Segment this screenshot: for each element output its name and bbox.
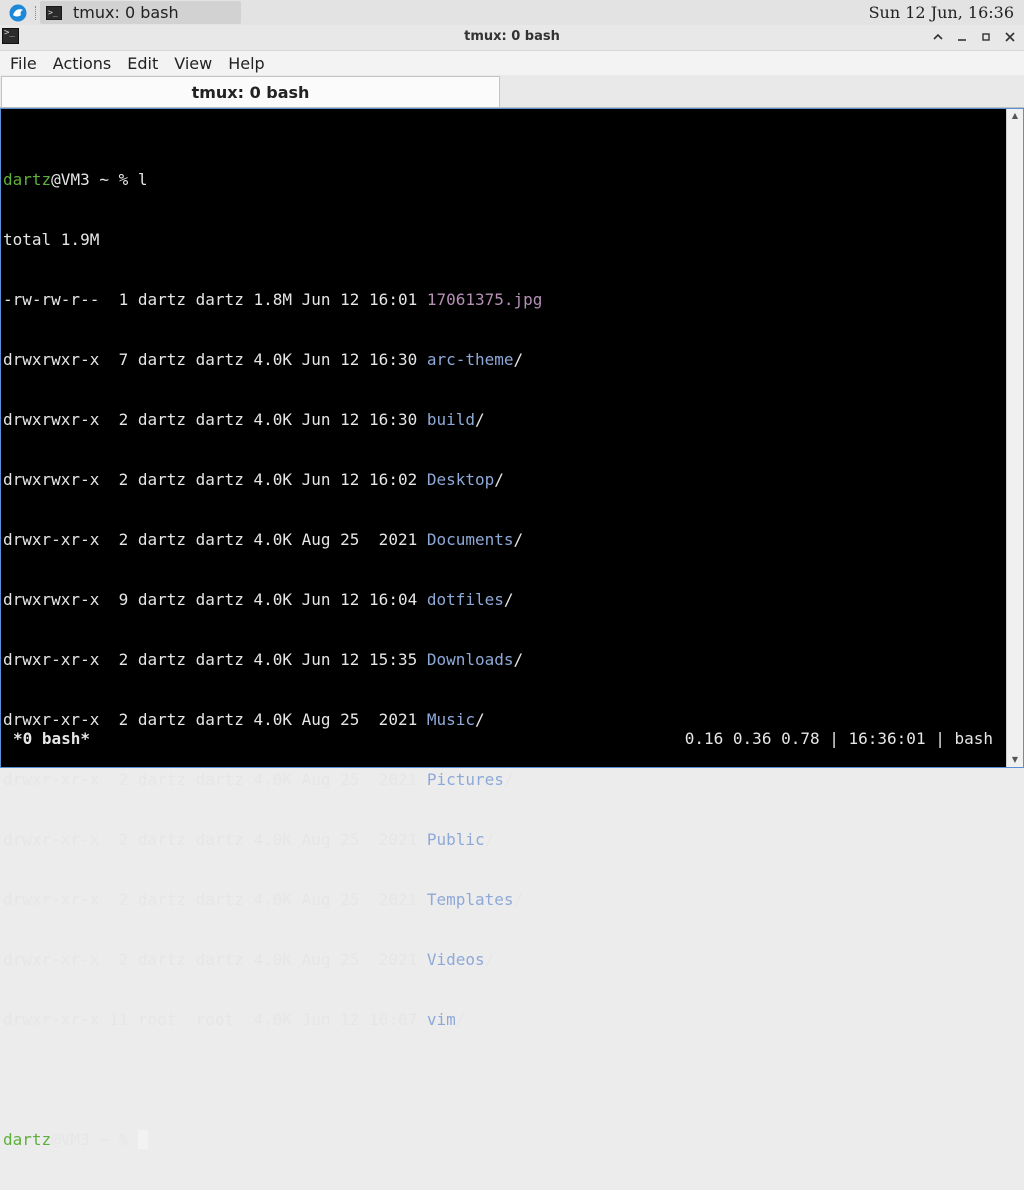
scroll-down-icon[interactable]: ▼ — [1007, 753, 1023, 767]
directory-name: Music — [426, 710, 476, 729]
minimize-icon — [958, 39, 966, 41]
tab-label: tmux: 0 bash — [191, 82, 310, 102]
listing-row: drwxrwxr-x 7 dartz dartz 4.0K Jun 12 16:… — [3, 350, 542, 370]
directory-name: vim — [426, 1010, 456, 1029]
clock[interactable]: Sun 12 Jun, 16:36 — [869, 3, 1014, 22]
file-name: 17061375.jpg — [426, 290, 543, 309]
listing-row: drwxrwxr-x 9 dartz dartz 4.0K Jun 12 16:… — [3, 590, 542, 610]
minimize-button[interactable] — [952, 28, 972, 46]
prompt-host: @VM3 ~ % — [51, 170, 138, 189]
entry-suffix: / — [513, 530, 524, 549]
listing-row: drwxr-xr-x 2 dartz dartz 4.0K Aug 25 202… — [3, 770, 542, 790]
entry-meta: drwxr-xr-x 11 root root 4.0K Jun 12 16:0… — [3, 1010, 427, 1029]
maximize-button[interactable] — [976, 28, 996, 46]
text-cursor — [137, 1130, 148, 1149]
directory-name: Downloads — [426, 650, 514, 669]
entry-meta: drwxr-xr-x 2 dartz dartz 4.0K Aug 25 202… — [3, 770, 427, 789]
listing-row: drwxrwxr-x 2 dartz dartz 4.0K Jun 12 16:… — [3, 410, 542, 430]
total-line: total 1.9M — [3, 230, 100, 249]
listing-row: drwxr-xr-x 2 dartz dartz 4.0K Aug 25 202… — [3, 710, 542, 730]
close-button[interactable] — [1000, 28, 1020, 46]
terminal-output: dartz@VM3 ~ % l total 1.9M -rw-rw-r-- 1 … — [3, 130, 542, 1190]
entry-suffix: / — [484, 830, 495, 849]
entry-meta: drwxrwxr-x 2 dartz dartz 4.0K Jun 12 16:… — [3, 410, 427, 429]
entry-meta: drwxr-xr-x 2 dartz dartz 4.0K Aug 25 202… — [3, 530, 427, 549]
listing-row: drwxrwxr-x 2 dartz dartz 4.0K Jun 12 16:… — [3, 470, 542, 490]
listing-row: -rw-rw-r-- 1 dartz dartz 1.8M Jun 12 16:… — [3, 290, 542, 310]
directory-name: arc-theme — [426, 350, 514, 369]
top-panel: >_ tmux: 0 bash Sun 12 Jun, 16:36 — [0, 0, 1024, 26]
prompt-user: dartz — [3, 1130, 52, 1149]
entry-meta: drwxr-xr-x 2 dartz dartz 4.0K Jun 12 15:… — [3, 650, 427, 669]
prompt-line: dartz@VM3 ~ % — [3, 1130, 542, 1150]
entry-meta: drwxrwxr-x 9 dartz dartz 4.0K Jun 12 16:… — [3, 590, 427, 609]
prompt-line: dartz@VM3 ~ % l — [3, 170, 542, 190]
entry-meta: drwxrwxr-x 7 dartz dartz 4.0K Jun 12 16:… — [3, 350, 427, 369]
directory-name: dotfiles — [426, 590, 504, 609]
entry-suffix: / — [475, 410, 485, 429]
app-menu-button[interactable] — [8, 3, 28, 23]
directory-name: build — [426, 410, 476, 429]
panel-separator — [35, 6, 38, 20]
menu-actions[interactable]: Actions — [47, 54, 117, 73]
listing-row: drwxr-xr-x 2 dartz dartz 4.0K Aug 25 202… — [3, 830, 542, 850]
directory-name: Videos — [426, 950, 485, 969]
shade-window-button[interactable] — [928, 28, 948, 46]
tmux-status-bar: *0 bash* 0.16 0.36 0.78 | 16:36:01 | bas… — [13, 729, 993, 748]
entry-suffix: / — [455, 1010, 466, 1029]
entry-meta: drwxr-xr-x 2 dartz dartz 4.0K Aug 25 202… — [3, 950, 427, 969]
maximize-icon — [982, 33, 990, 41]
bird-logo-icon — [9, 4, 27, 22]
entry-meta: drwxrwxr-x 2 dartz dartz 4.0K Jun 12 16:… — [3, 470, 427, 489]
chevron-up-icon — [933, 33, 943, 40]
menu-edit[interactable]: Edit — [121, 54, 164, 73]
entry-suffix: / — [503, 770, 514, 789]
terminal-area[interactable]: dartz@VM3 ~ % l total 1.9M -rw-rw-r-- 1 … — [0, 108, 1024, 1149]
directory-name: Templates — [426, 890, 514, 909]
entry-suffix: / — [513, 650, 524, 669]
entry-meta: drwxr-xr-x 2 dartz dartz 4.0K Aug 25 202… — [3, 830, 427, 849]
directory-name: Desktop — [426, 470, 495, 489]
menu-view[interactable]: View — [168, 54, 218, 73]
listing-row: drwxr-xr-x 2 dartz dartz 4.0K Jun 12 15:… — [3, 650, 542, 670]
taskbar-button-terminal[interactable]: >_ tmux: 0 bash — [40, 1, 241, 24]
tab-tmux-bash[interactable]: tmux: 0 bash — [1, 76, 500, 107]
prompt-host: @VM3 ~ % — [51, 1130, 138, 1149]
directory-name: Documents — [426, 530, 514, 549]
directory-name: Pictures — [426, 770, 504, 789]
menu-help[interactable]: Help — [222, 54, 270, 73]
listing-row: drwxr-xr-x 2 dartz dartz 4.0K Aug 25 202… — [3, 890, 542, 910]
taskbar-button-label: tmux: 0 bash — [73, 3, 179, 22]
prompt-user: dartz — [3, 170, 52, 189]
menu-bar: File Actions Edit View Help — [0, 51, 1024, 75]
entry-suffix: / — [513, 890, 524, 909]
tmux-window-label[interactable]: *0 bash* — [13, 729, 90, 748]
tmux-status-info: 0.16 0.36 0.78 | 16:36:01 | bash — [684, 729, 993, 748]
command-text: l — [137, 170, 148, 189]
scrollbar[interactable]: ▲ ▼ — [1006, 109, 1023, 767]
window-title: tmux: 0 bash — [464, 29, 560, 44]
entry-suffix: / — [503, 590, 514, 609]
entry-suffix: / — [475, 710, 485, 729]
entry-suffix: / — [484, 950, 495, 969]
menu-file[interactable]: File — [4, 54, 43, 73]
entry-suffix: / — [494, 470, 504, 489]
directory-name: Public — [426, 830, 485, 849]
listing-row: drwxr-xr-x 2 dartz dartz 4.0K Aug 25 202… — [3, 950, 542, 970]
listing-row: drwxr-xr-x 2 dartz dartz 4.0K Aug 25 202… — [3, 530, 542, 550]
scroll-up-icon[interactable]: ▲ — [1007, 109, 1023, 123]
entry-meta: drwxr-xr-x 2 dartz dartz 4.0K Aug 25 202… — [3, 890, 427, 909]
entry-meta: -rw-rw-r-- 1 dartz dartz 1.8M Jun 12 16:… — [3, 290, 427, 309]
terminal-icon: >_ — [46, 5, 62, 20]
entry-meta: drwxr-xr-x 2 dartz dartz 4.0K Aug 25 202… — [3, 710, 427, 729]
window-titlebar[interactable]: >_ tmux: 0 bash — [0, 25, 1024, 51]
close-icon — [1005, 32, 1015, 42]
tab-bar: tmux: 0 bash — [0, 75, 1024, 108]
listing-row: drwxr-xr-x 11 root root 4.0K Jun 12 16:0… — [3, 1010, 542, 1030]
entry-suffix: / — [513, 350, 524, 369]
